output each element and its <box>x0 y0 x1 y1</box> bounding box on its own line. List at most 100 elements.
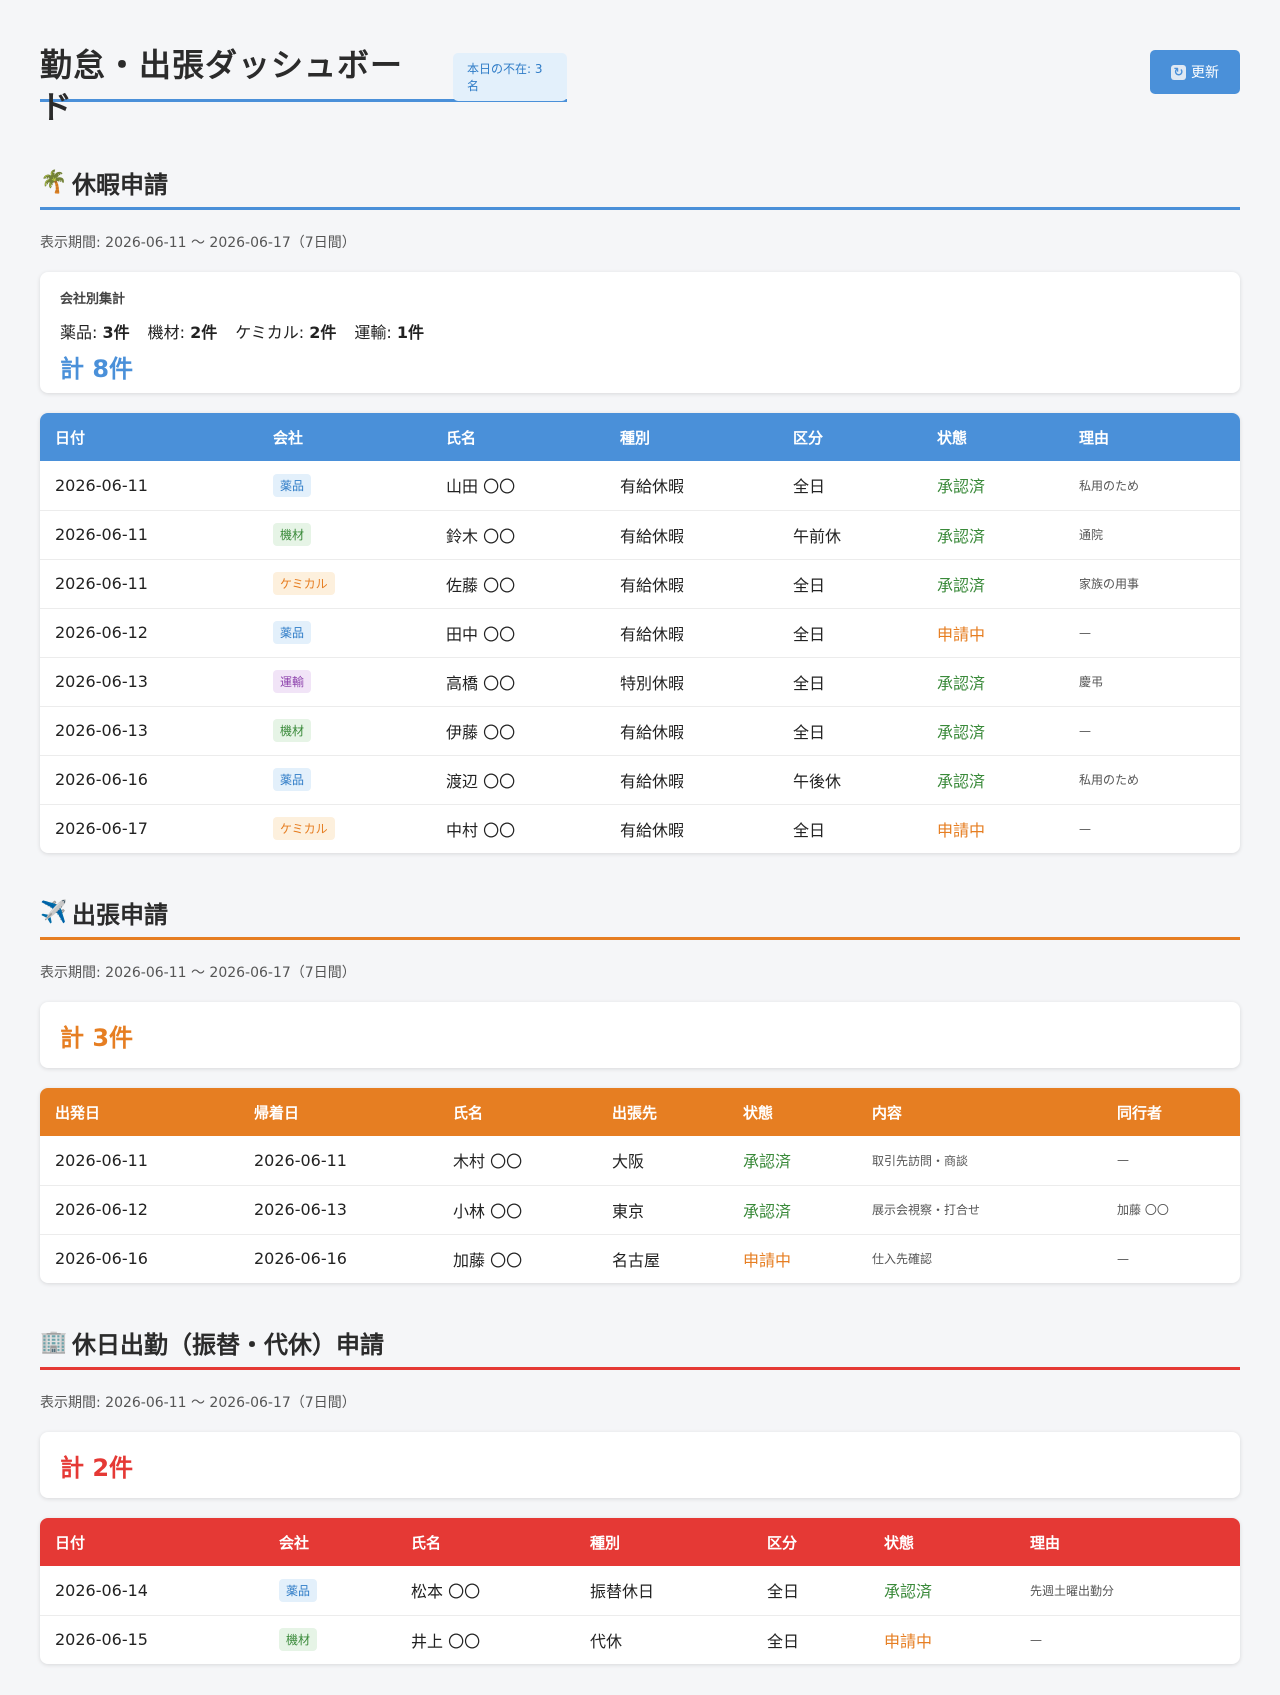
type-cell: 有給休暇 <box>605 558 778 608</box>
status-cell: 承認済 <box>922 656 1064 706</box>
leave-total: 計 8件 <box>60 355 134 383</box>
company-cell: 機材 <box>264 1614 396 1664</box>
division-cell: 全日 <box>778 803 922 853</box>
column-header: 出発日 <box>55 1103 101 1122</box>
column-header: 区分 <box>793 428 824 447</box>
company-cell: 薬品 <box>264 1566 396 1615</box>
column-header: 帰着日 <box>254 1103 300 1122</box>
reason-cell: — <box>1064 803 1240 853</box>
holiday-summary-card: 計 2件 <box>40 1432 1240 1498</box>
type-cell: 特別休暇 <box>605 656 778 706</box>
reason-cell: 家族の用事 <box>1064 558 1240 608</box>
status-cell: 申請中 <box>922 607 1064 657</box>
table-row: 2026-06-12 2026-06-13 小林 〇〇 東京 承認済 展示会視察・打合せ加… <box>40 1184 1240 1234</box>
type-cell: 有給休暇 <box>605 509 778 559</box>
trip-period: 表示期間: 2026-06-11 〜 2026-06-17（7日間） <box>40 965 356 981</box>
companion-cell: — <box>1117 1153 1129 1168</box>
name-cell: 中村 〇〇 <box>431 803 605 853</box>
refresh-button-label: 更新 <box>1191 65 1219 81</box>
table-row: 2026-06-17 ケミカル 中村 〇〇 有給休暇 全日 申請中 — <box>40 803 1240 853</box>
refresh-icon: ↻ <box>1171 64 1186 80</box>
type-cell: 代休 <box>575 1614 752 1664</box>
leave-section-title-text: 休暇申請 <box>72 170 168 199</box>
type-cell: 有給休暇 <box>605 705 778 755</box>
holiday-section-title: 🏢 休日出勤（振替・代休）申請 <box>40 1320 1240 1364</box>
office-building-icon: 🏢 <box>40 1329 68 1355</box>
company-badge: 薬品 <box>273 768 312 791</box>
company-cell: 薬品 <box>258 754 431 804</box>
trip-summary-card: 計 3件 <box>40 1002 1240 1068</box>
leave-table: 日付 会社 氏名 種別 区分 状態 理由 2026-06-11 薬品 山田 〇〇 有給休暇 全日 承認… <box>40 413 1240 853</box>
return-date-cell: 2026-06-13 <box>239 1184 438 1234</box>
airplane-icon: ✈️ <box>40 899 68 925</box>
companion-cell: 加藤 〇〇 <box>1102 1184 1240 1234</box>
status-cell: 申請中 <box>922 803 1064 853</box>
division-cell: 午前休 <box>778 509 922 559</box>
holiday-table: 日付 会社 氏名 種別 区分 状態 理由 2026-06-14 薬品 松本 〇〇 振替休日 全日 承認… <box>40 1518 1240 1664</box>
company-count-item: 運輸: 1件 <box>354 323 424 342</box>
type-cell: 有給休暇 <box>605 607 778 657</box>
type-cell: 有給休暇 <box>605 803 778 853</box>
name-cell: 松本 〇〇 <box>411 1582 481 1602</box>
column-header: 同行者 <box>1117 1103 1163 1122</box>
content-cell: 取引先訪問・商談 <box>872 1153 969 1168</box>
holiday-section-divider <box>40 1367 1240 1370</box>
date-cell: 2026-06-15 <box>40 1614 264 1664</box>
table-row: 2026-06-11 機材 鈴木 〇〇 有給休暇 午前休 承認済 通院 <box>40 509 1240 559</box>
column-header: 区分 <box>767 1533 798 1552</box>
leave-section-title: 🌴 休暇申請 <box>40 160 1240 204</box>
reason-cell: 私用のため <box>1064 754 1240 804</box>
destination-cell: 名古屋 <box>597 1233 728 1283</box>
trip-table: 出発日 帰着日 氏名 出張先 状態 内容 同行者 2026-06-11 2026-06-11 木… <box>40 1088 1240 1283</box>
date-cell: 2026-06-14 <box>55 1580 148 1600</box>
date-cell: 2026-06-11 <box>40 558 258 608</box>
page-title: 勤怠・出張ダッシュボード <box>40 46 404 126</box>
depart-date-cell: 2026-06-16 <box>40 1233 239 1283</box>
division-cell: 全日 <box>778 705 922 755</box>
date-cell: 2026-06-11 <box>55 475 148 495</box>
companion-cell: — <box>1102 1233 1240 1283</box>
content-cell: 仕入先確認 <box>857 1233 1102 1283</box>
company-badge: 薬品 <box>279 1578 318 1602</box>
company-cell: 薬品 <box>258 607 431 657</box>
trip-total: 計 3件 <box>60 1023 134 1052</box>
type-cell: 振替休日 <box>590 1582 655 1602</box>
status-cell: 承認済 <box>884 1582 933 1602</box>
status-cell: 承認済 <box>922 558 1064 608</box>
company-cell: 機材 <box>258 509 431 559</box>
status-cell: 承認済 <box>937 477 986 497</box>
name-cell: 佐藤 〇〇 <box>431 558 605 608</box>
name-cell: 井上 〇〇 <box>396 1614 575 1664</box>
status-cell: 承認済 <box>922 705 1064 755</box>
company-count-value: 2件 <box>190 323 218 342</box>
division-cell: 全日 <box>752 1614 869 1664</box>
table-row: 2026-06-11 2026-06-11 木村 〇〇 大阪 承認済 取引先訪問・商談 — <box>40 1136 1240 1185</box>
column-header: 氏名 <box>411 1533 442 1552</box>
division-cell: 全日 <box>778 558 922 608</box>
absent-count-badge: 本日の不在: 3名 <box>453 53 567 101</box>
reason-cell: — <box>1064 705 1240 755</box>
company-count-value: 1件 <box>396 323 425 342</box>
company-count-item: 機材: 2件 <box>148 323 218 342</box>
company-summary-caption: 会社別集計 <box>60 292 126 307</box>
company-badge: 薬品 <box>273 473 312 497</box>
company-count-value: 3件 <box>102 323 130 342</box>
company-cell: ケミカル <box>258 803 431 853</box>
status-cell: 申請中 <box>869 1614 1015 1664</box>
column-header: 氏名 <box>453 1103 484 1122</box>
company-badge: 運輸 <box>273 670 312 693</box>
leave-section-divider <box>40 207 1240 210</box>
name-cell: 山田 〇〇 <box>446 477 516 497</box>
table-row: 2026-06-11 ケミカル 佐藤 〇〇 有給休暇 全日 承認済 家族の用事 <box>40 558 1240 608</box>
status-cell: 承認済 <box>922 754 1064 804</box>
column-header: 理由 <box>1030 1533 1061 1552</box>
trip-section-title-text: 出張申請 <box>72 900 168 929</box>
company-cell: ケミカル <box>258 558 431 608</box>
table-row: 2026-06-16 薬品 渡辺 〇〇 有給休暇 午後休 承認済 私用のため <box>40 754 1240 804</box>
depart-date-cell: 2026-06-11 <box>55 1150 148 1170</box>
name-cell: 渡辺 〇〇 <box>431 754 605 804</box>
refresh-button[interactable]: ↻ 更新 <box>1150 50 1240 94</box>
type-cell: 有給休暇 <box>620 477 685 497</box>
holiday-period: 表示期間: 2026-06-11 〜 2026-06-17（7日間） <box>40 1395 356 1411</box>
trip-section-title: ✈️ 出張申請 <box>40 890 1240 934</box>
